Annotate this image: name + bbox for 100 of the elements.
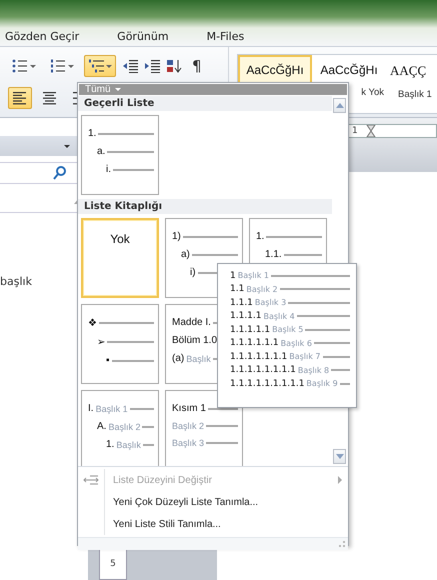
list-number: i)	[190, 267, 196, 278]
dropdown-caret-icon	[64, 144, 70, 148]
numbered-list-icon	[50, 59, 66, 73]
list-number: 1	[230, 270, 236, 281]
heading-label: Başlık 3	[172, 438, 204, 448]
sample-line	[113, 168, 154, 170]
sample-line	[305, 328, 350, 331]
heading-label: Başlık 3	[254, 298, 286, 308]
ruler-number: 1	[352, 126, 358, 136]
sample-line	[266, 236, 322, 238]
sample-line	[288, 302, 350, 304]
heading-label: Başlık	[186, 354, 211, 364]
menu-item[interactable]: Yeni Liste Stili Tanımla...	[78, 513, 348, 535]
sample-line	[107, 341, 154, 343]
heading-label: Başlık 2	[172, 421, 204, 431]
heading-text: başlık	[0, 275, 33, 288]
ribbon-tab[interactable]: Görünüm	[117, 28, 169, 46]
sample-line	[192, 254, 238, 256]
style-name: Başlık 1	[397, 89, 432, 100]
list-style-option[interactable]: I. Başlık 1 A. Başlık 2 1. Başlık	[81, 390, 159, 466]
list-number: Bölüm 1.0	[172, 335, 218, 346]
list-number: a.	[97, 146, 106, 157]
caret-icon	[68, 64, 74, 68]
list-number: 1.1.	[265, 249, 282, 260]
heading-label: Başlık 4	[264, 312, 295, 321]
list-number: i.	[106, 164, 111, 175]
scroll-down-button[interactable]	[333, 449, 346, 464]
sample-line	[314, 342, 350, 344]
list-style-option[interactable]: Yok	[81, 218, 159, 298]
list-number: ➢	[97, 336, 105, 348]
list-number: 1)	[172, 231, 181, 242]
list-number: Kısım 1	[172, 403, 206, 414]
section-heading: Liste Kitaplığı	[78, 199, 332, 214]
ribbon-tab[interactable]: Gözden Geçir	[5, 28, 80, 46]
list-number: ❖	[88, 317, 97, 329]
sample-line	[206, 442, 238, 444]
list-number: ▪	[106, 355, 110, 366]
align-left-icon	[12, 91, 28, 105]
list-number: 1.	[106, 439, 114, 450]
resize-grip-icon	[338, 540, 346, 548]
search-icon	[53, 166, 66, 180]
sample-line	[112, 360, 154, 362]
menu-item[interactable]: Yeni Çok Düzeyli Liste Tanımla...	[78, 491, 348, 513]
sample-line	[130, 408, 154, 410]
heading-label: Başlık 2	[246, 284, 278, 294]
list-number: (a)	[172, 353, 184, 364]
heading-label: Başlık 5	[272, 325, 304, 334]
sample-line	[107, 150, 154, 152]
style-sample: AAÇÇ	[389, 63, 426, 79]
ribbon-tab[interactable]: M-Files	[206, 28, 244, 46]
heading-label: Başlık 7	[289, 352, 321, 362]
list-number: 1.1	[230, 284, 244, 294]
sample-line	[182, 236, 238, 238]
align-center-icon	[42, 91, 58, 105]
list-style-option[interactable]: 1. a. i.	[81, 115, 159, 195]
caret-icon	[114, 88, 121, 91]
sample-line	[296, 315, 350, 318]
sample-line	[331, 369, 350, 372]
section-heading: Geçerli Liste	[78, 96, 332, 111]
decrease-indent-icon	[122, 59, 138, 73]
scroll-up-button[interactable]	[333, 98, 346, 113]
up-arrow-icon	[336, 103, 344, 108]
indent-arrows-icon	[83, 474, 99, 486]
heading-label: Başlık 9	[306, 379, 338, 388]
pilcrow-button[interactable]: ¶	[188, 57, 206, 75]
heading-label: Başlık 8	[298, 366, 330, 375]
option-label: Yok	[110, 232, 130, 246]
bullet-list-icon	[12, 59, 28, 73]
list-style-option[interactable]: ❖ ➢ ▪	[81, 304, 159, 384]
heading-label: Başlık	[116, 440, 141, 450]
list-number: 1.	[256, 231, 264, 242]
caret-icon	[30, 64, 36, 68]
increase-indent-icon	[144, 59, 160, 73]
style-sample: AaCcĞğHı	[246, 63, 304, 77]
sample-line	[322, 356, 350, 358]
multilevel-list-button[interactable]	[84, 55, 116, 77]
ruler-number: 5	[110, 559, 116, 569]
caret-icon	[106, 64, 112, 68]
list-number: I.	[88, 403, 94, 414]
indent-marker-icon	[366, 125, 376, 137]
list-number: a)	[181, 249, 190, 260]
align-left-button[interactable]	[8, 87, 32, 109]
list-number: 1.	[88, 128, 96, 139]
heading-label: Başlık 2	[108, 422, 140, 432]
style-sample: AaCcĞğHı	[320, 63, 378, 77]
sort-icon	[166, 59, 182, 73]
heading-label: Başlık 1	[96, 404, 128, 414]
multilevel-list-icon	[88, 59, 104, 73]
sample-line	[284, 254, 322, 256]
sample-line	[280, 288, 350, 290]
heading-label: Başlık 6	[280, 338, 312, 348]
sample-line	[208, 408, 238, 410]
sample-line	[206, 425, 238, 427]
list-number: A.	[97, 421, 106, 432]
style-name: k Yok	[361, 87, 384, 98]
sample-line	[99, 322, 154, 324]
down-arrow-icon	[336, 454, 344, 459]
list-style-option[interactable]: Kısım 1 Başlık 2 Başlık 3	[165, 390, 243, 466]
sample-line	[98, 132, 154, 134]
list-number: Madde I.	[172, 317, 211, 328]
